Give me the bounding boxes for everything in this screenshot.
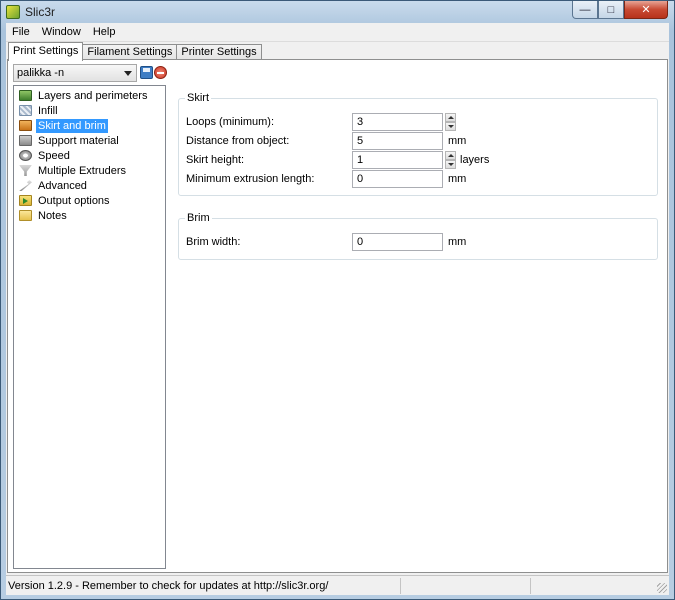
slic3r-app-icon xyxy=(6,5,20,19)
skirt-height-unit: layers xyxy=(460,154,490,166)
skirt-icon xyxy=(19,120,32,131)
infill-icon xyxy=(19,105,32,116)
sidebar-item-label: Layers and perimeters xyxy=(38,89,148,102)
brim-width-input[interactable]: 0 xyxy=(352,233,443,251)
skirt-height-label: Skirt height: xyxy=(186,154,245,166)
skirt-group-title: Skirt xyxy=(185,92,211,104)
client-area: File Window Help Print Settings Filament… xyxy=(6,23,669,595)
layers-icon xyxy=(19,90,32,101)
maximize-button[interactable]: □ xyxy=(598,1,624,19)
brim-group: Brim Brim width: 0 mm xyxy=(178,212,658,260)
spin-down-icon[interactable] xyxy=(445,160,456,169)
menu-file[interactable]: File xyxy=(6,26,36,38)
spin-up-icon[interactable] xyxy=(445,151,456,160)
status-segment-3 xyxy=(531,578,651,594)
close-icon: ✕ xyxy=(641,4,651,16)
app-window: Slic3r — □ ✕ File Window Help Print Sett… xyxy=(0,0,675,600)
sidebar-item-label: Infill xyxy=(38,104,58,117)
window-title: Slic3r xyxy=(25,5,56,19)
sidebar-item-output-options[interactable]: Output options xyxy=(14,193,165,208)
loops-label: Loops (minimum): xyxy=(186,116,275,128)
min-extrusion-input[interactable]: 0 xyxy=(352,170,443,188)
skirt-height-row: Skirt height: 1 layers xyxy=(186,151,646,169)
distance-label: Distance from object: xyxy=(186,135,290,147)
status-bar: Version 1.2.9 - Remember to check for up… xyxy=(6,575,669,595)
minimize-icon: — xyxy=(579,3,591,16)
sidebar-item-label: Support material xyxy=(38,134,119,147)
delete-preset-icon[interactable] xyxy=(154,66,167,79)
sidebar-item-advanced[interactable]: Advanced xyxy=(14,178,165,193)
menu-help[interactable]: Help xyxy=(87,26,122,38)
sidebar-item-label: Notes xyxy=(38,209,67,222)
resize-grip-icon[interactable] xyxy=(657,583,667,593)
settings-tabs: Print Settings Filament Settings Printer… xyxy=(8,42,262,61)
window-controls: — □ ✕ xyxy=(572,1,668,19)
notes-icon xyxy=(19,210,32,221)
brim-group-title: Brim xyxy=(185,212,212,224)
tab-print-settings[interactable]: Print Settings xyxy=(8,42,84,61)
preset-dropdown[interactable]: palikka -n xyxy=(13,64,137,82)
sidebar-item-label: Output options xyxy=(38,194,110,207)
status-text: Version 1.2.9 - Remember to check for up… xyxy=(6,577,401,594)
min-extrusion-unit: mm xyxy=(448,173,467,185)
sidebar-item-infill[interactable]: Infill xyxy=(14,103,165,118)
menu-window[interactable]: Window xyxy=(36,26,87,38)
sidebar-item-label: Skirt and brim xyxy=(36,118,108,133)
sidebar-item-notes[interactable]: Notes xyxy=(14,208,165,223)
loops-input[interactable]: 3 xyxy=(352,113,443,131)
preset-value: palikka -n xyxy=(17,67,65,79)
brim-width-row: Brim width: 0 mm xyxy=(186,233,646,251)
brim-width-unit: mm xyxy=(448,236,467,248)
sidebar-item-skirt-and-brim[interactable]: Skirt and brim xyxy=(14,118,165,133)
status-segment-2 xyxy=(401,577,531,594)
save-preset-icon[interactable] xyxy=(140,66,153,79)
title-bar[interactable]: Slic3r — □ ✕ xyxy=(1,1,674,23)
min-extrusion-row: Minimum extrusion length: 0 mm xyxy=(186,170,646,188)
menu-bar: File Window Help xyxy=(6,23,669,42)
sidebar-item-label: Multiple Extruders xyxy=(38,164,127,177)
close-button[interactable]: ✕ xyxy=(624,1,668,19)
maximize-icon: □ xyxy=(607,3,615,16)
extruders-icon xyxy=(19,165,32,176)
distance-input[interactable]: 5 xyxy=(352,132,443,150)
output-icon xyxy=(19,195,32,206)
sidebar-item-label: Speed xyxy=(38,149,70,162)
minimize-button[interactable]: — xyxy=(572,1,598,19)
speed-icon xyxy=(19,150,32,161)
support-icon xyxy=(19,135,32,146)
sidebar-item-label: Advanced xyxy=(38,179,87,192)
loops-row: Loops (minimum): 3 xyxy=(186,113,646,131)
print-settings-panel: palikka -n Layers and perimeters Infill … xyxy=(7,59,668,573)
sidebar-item-support-material[interactable]: Support material xyxy=(14,133,165,148)
sidebar-item-layers-and-perimeters[interactable]: Layers and perimeters xyxy=(14,88,165,103)
skirt-height-spinner[interactable] xyxy=(445,151,456,169)
wrench-icon xyxy=(19,180,32,191)
spin-up-icon[interactable] xyxy=(445,113,456,122)
brim-width-label: Brim width: xyxy=(186,236,241,248)
settings-page-list: Layers and perimeters Infill Skirt and b… xyxy=(13,85,166,569)
sidebar-item-multiple-extruders[interactable]: Multiple Extruders xyxy=(14,163,165,178)
skirt-group: Skirt Loops (minimum): 3 Distance from o… xyxy=(178,92,658,196)
skirt-height-input[interactable]: 1 xyxy=(352,151,443,169)
spin-down-icon[interactable] xyxy=(445,122,456,131)
min-extrusion-label: Minimum extrusion length: xyxy=(186,173,315,185)
sidebar-item-speed[interactable]: Speed xyxy=(14,148,165,163)
distance-unit: mm xyxy=(448,135,467,147)
loops-spinner[interactable] xyxy=(445,113,456,131)
distance-row: Distance from object: 5 mm xyxy=(186,132,646,150)
chevron-down-icon xyxy=(124,71,132,76)
